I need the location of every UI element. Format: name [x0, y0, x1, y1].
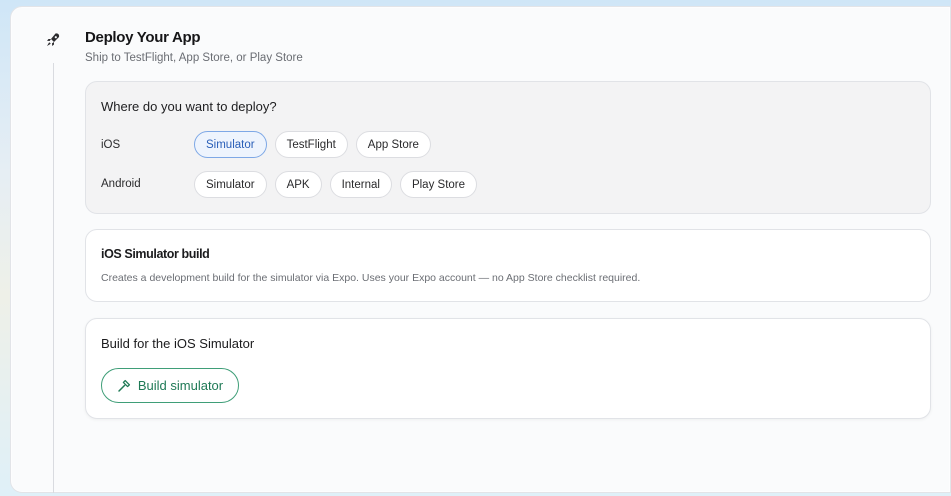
android-play-store-chip[interactable]: Play Store — [399, 171, 478, 198]
ios-simulator-chip[interactable]: Simulator — [194, 131, 267, 158]
deploy-target-card: Where do you want to deploy? iOS Simulat… — [85, 81, 931, 214]
ios-row-label: iOS — [101, 139, 121, 151]
ios-app-store-chip[interactable]: App Store — [355, 131, 431, 158]
rocket-icon — [44, 31, 62, 49]
deploy-question: Where do you want to deploy? — [101, 99, 277, 114]
android-internal-chip[interactable]: Internal — [329, 171, 392, 198]
android-simulator-chip[interactable]: Simulator — [194, 171, 267, 198]
window-frame: Deploy Your App Ship to TestFlight, App … — [0, 0, 951, 496]
deploy-panel: Deploy Your App Ship to TestFlight, App … — [10, 6, 951, 493]
build-simulator-button[interactable]: Build simulator — [101, 368, 239, 403]
android-options: Simulator APK Internal Play Store — [194, 171, 478, 198]
ios-testflight-chip[interactable]: TestFlight — [274, 131, 348, 158]
android-apk-chip[interactable]: APK — [274, 171, 322, 198]
build-info-description: Creates a development build for the simu… — [101, 272, 641, 284]
build-simulator-label: Build simulator — [137, 378, 224, 393]
step-rail — [53, 63, 54, 493]
build-action-card: Build for the iOS Simulator Build simula… — [85, 318, 931, 419]
ios-options: Simulator TestFlight App Store — [194, 131, 431, 158]
hammer-icon — [117, 379, 131, 393]
build-action-title: Build for the iOS Simulator — [101, 336, 255, 351]
page-subtitle: Ship to TestFlight, App Store, or Play S… — [85, 52, 303, 64]
build-info-title: iOS Simulator build — [101, 247, 210, 261]
build-info-card: iOS Simulator build Creates a developmen… — [85, 229, 931, 302]
android-row-label: Android — [101, 178, 141, 190]
page-title: Deploy Your App — [85, 29, 201, 46]
